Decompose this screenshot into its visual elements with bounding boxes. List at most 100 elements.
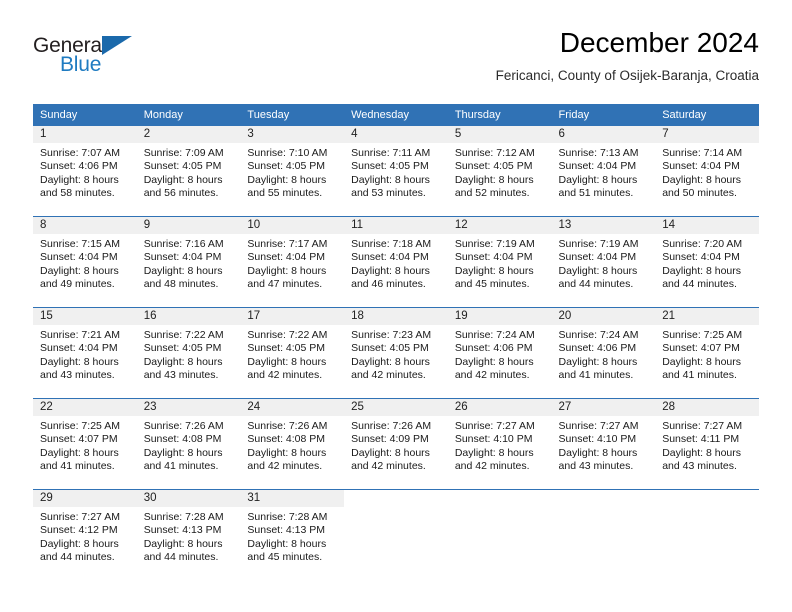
calendar-day-cell[interactable]: 1 Sunrise: 7:07 AM Sunset: 4:06 PM Daylight…: [33, 126, 137, 217]
daylight-line-1: Daylight: 8 hours: [454, 264, 534, 277]
daylight-line-2: and 41 minutes.: [40, 460, 115, 473]
daylight-line-2: and 41 minutes.: [143, 460, 219, 473]
calendar-day-cell[interactable]: 2 Sunrise: 7:09 AM Sunset: 4:05 PM Daylight…: [136, 126, 241, 217]
daylight-line-1: Daylight: 8 hours: [662, 446, 742, 459]
day-number: 20: [551, 308, 656, 325]
sunrise-time: Sunrise: 7:09 AM: [143, 147, 224, 159]
calendar-day-cell[interactable]: 8 Sunrise: 7:15 AM Sunset: 4:04 PM Daylight…: [33, 216, 137, 308]
day-cell-inner: 16 Sunrise: 7:22 AM Sunset: 4:05 PM Dayligh…: [136, 308, 241, 398]
calendar-day-cell[interactable]: 16 Sunrise: 7:22 AM Sunset: 4:05 PM Dayligh…: [136, 307, 241, 399]
calendar-day-cell[interactable]: 5 Sunrise: 7:12 AM Sunset: 4:05 PM Daylight…: [447, 126, 552, 217]
sunrise-time: Sunrise: 7:19 AM: [454, 238, 535, 250]
sunset-time: Sunset: 4:04 PM: [662, 251, 740, 264]
day-cell-inner: 14 Sunrise: 7:20 AM Sunset: 4:04 PM Dayligh…: [655, 217, 759, 307]
daylight-line-2: and 42 minutes.: [351, 369, 426, 382]
sunrise-time: Sunrise: 7:25 AM: [40, 420, 120, 432]
day-number: 23: [136, 399, 241, 416]
sunset-time: Sunset: 4:11 PM: [662, 433, 740, 446]
sunset-time: Sunset: 4:04 PM: [143, 251, 222, 264]
calendar-day-cell[interactable]: 30 Sunrise: 7:28 AM Sunset: 4:13 PM Dayligh…: [136, 489, 241, 580]
sunset-time: Sunset: 4:04 PM: [247, 251, 326, 264]
day-details: Sunrise: 7:27 AM Sunset: 4:12 PM Daylight:…: [33, 507, 137, 565]
day-cell-inner: 25 Sunrise: 7:26 AM Sunset: 4:09 PM Dayligh…: [344, 399, 448, 489]
day-cell-inner: 22 Sunrise: 7:25 AM Sunset: 4:07 PM Dayligh…: [33, 399, 137, 489]
calendar-day-cell[interactable]: 31 Sunrise: 7:28 AM Sunset: 4:13 PM Dayligh…: [240, 489, 345, 580]
calendar-day-cell[interactable]: 11 Sunrise: 7:18 AM Sunset: 4:04 PM Dayligh…: [344, 216, 448, 308]
day-number: 30: [136, 490, 241, 507]
calendar-week-row: 22 Sunrise: 7:25 AM Sunset: 4:07 PM Dayligh…: [33, 398, 759, 490]
day-details: Sunrise: 7:26 AM Sunset: 4:09 PM Daylight:…: [344, 416, 448, 474]
day-details: Sunrise: 7:27 AM Sunset: 4:10 PM Daylight:…: [552, 416, 656, 474]
day-number: 25: [344, 399, 448, 416]
calendar-day-cell[interactable]: 25 Sunrise: 7:26 AM Sunset: 4:09 PM Dayligh…: [344, 398, 448, 490]
day-number: 19: [447, 308, 552, 325]
day-details: Sunrise: 7:19 AM Sunset: 4:04 PM Daylight:…: [552, 234, 656, 292]
calendar-day-cell[interactable]: 29 Sunrise: 7:27 AM Sunset: 4:12 PM Dayligh…: [33, 489, 137, 580]
calendar-day-cell[interactable]: 7 Sunrise: 7:14 AM Sunset: 4:04 PM Daylight…: [655, 126, 759, 217]
sunrise-time: Sunrise: 7:14 AM: [662, 147, 743, 159]
daylight-line-2: and 49 minutes.: [40, 278, 115, 291]
day-cell-inner: [344, 490, 448, 580]
sunrise-time: Sunrise: 7:27 AM: [40, 511, 120, 523]
daylight-line-1: Daylight: 8 hours: [351, 173, 430, 186]
page-header: General Blue December 2024 Fericanci, Co…: [33, 26, 759, 94]
calendar-cell-empty: [344, 489, 448, 580]
daylight-line-1: Daylight: 8 hours: [40, 264, 119, 277]
calendar-day-cell[interactable]: 15 Sunrise: 7:21 AM Sunset: 4:04 PM Dayligh…: [33, 307, 137, 399]
daylight-line-1: Daylight: 8 hours: [454, 446, 534, 459]
day-details: Sunrise: 7:14 AM Sunset: 4:04 PM Daylight:…: [655, 143, 759, 201]
calendar-day-cell[interactable]: 17 Sunrise: 7:22 AM Sunset: 4:05 PM Dayligh…: [240, 307, 345, 399]
day-number: 13: [551, 217, 656, 234]
day-number: 17: [240, 308, 345, 325]
sunset-time: Sunset: 4:05 PM: [454, 160, 533, 173]
day-number: 7: [655, 126, 759, 143]
sunset-time: Sunset: 4:05 PM: [143, 342, 222, 355]
calendar-day-cell[interactable]: 22 Sunrise: 7:25 AM Sunset: 4:07 PM Dayligh…: [33, 398, 137, 490]
calendar-week-row: 15 Sunrise: 7:21 AM Sunset: 4:04 PM Dayligh…: [33, 307, 759, 399]
calendar-day-cell[interactable]: 18 Sunrise: 7:23 AM Sunset: 4:05 PM Dayligh…: [344, 307, 448, 399]
calendar-day-cell[interactable]: 28 Sunrise: 7:27 AM Sunset: 4:11 PM Dayligh…: [655, 398, 759, 490]
calendar-day-cell[interactable]: 27 Sunrise: 7:27 AM Sunset: 4:10 PM Dayligh…: [551, 398, 656, 490]
calendar-day-cell[interactable]: 6 Sunrise: 7:13 AM Sunset: 4:04 PM Daylight…: [551, 126, 656, 217]
daylight-line-1: Daylight: 8 hours: [454, 355, 534, 368]
sunrise-time: Sunrise: 7:11 AM: [351, 147, 431, 159]
day-number: 2: [136, 126, 241, 143]
day-cell-inner: 18 Sunrise: 7:23 AM Sunset: 4:05 PM Dayligh…: [344, 308, 448, 398]
day-details: Sunrise: 7:15 AM Sunset: 4:04 PM Daylight:…: [33, 234, 137, 292]
calendar-day-cell[interactable]: 9 Sunrise: 7:16 AM Sunset: 4:04 PM Daylight…: [136, 216, 241, 308]
page-title: December 2024: [559, 27, 759, 58]
sunset-time: Sunset: 4:13 PM: [143, 524, 222, 537]
day-cell-inner: 23 Sunrise: 7:26 AM Sunset: 4:08 PM Dayligh…: [136, 399, 241, 489]
calendar-page: General Blue December 2024 Fericanci, Co…: [0, 0, 792, 612]
calendar-day-cell[interactable]: 4 Sunrise: 7:11 AM Sunset: 4:05 PM Daylight…: [344, 126, 448, 217]
calendar-day-cell[interactable]: 10 Sunrise: 7:17 AM Sunset: 4:04 PM Dayligh…: [240, 216, 345, 308]
daylight-line-1: Daylight: 8 hours: [558, 355, 638, 368]
daylight-line-2: and 44 minutes.: [558, 278, 634, 291]
day-details: [552, 507, 656, 511]
daylight-line-2: and 47 minutes.: [247, 278, 323, 291]
general-blue-logo[interactable]: General Blue: [33, 34, 233, 84]
daylight-line-2: and 42 minutes.: [247, 369, 323, 382]
calendar-day-cell[interactable]: 12 Sunrise: 7:19 AM Sunset: 4:04 PM Dayligh…: [447, 216, 552, 308]
day-number: 8: [33, 217, 137, 234]
calendar-day-cell[interactable]: 23 Sunrise: 7:26 AM Sunset: 4:08 PM Dayligh…: [136, 398, 241, 490]
calendar-day-cell[interactable]: 13 Sunrise: 7:19 AM Sunset: 4:04 PM Dayligh…: [551, 216, 656, 308]
calendar-cell-empty: [551, 489, 656, 580]
calendar-day-cell[interactable]: 26 Sunrise: 7:27 AM Sunset: 4:10 PM Dayligh…: [447, 398, 552, 490]
day-cell-inner: 29 Sunrise: 7:27 AM Sunset: 4:12 PM Dayligh…: [33, 490, 137, 580]
sunset-time: Sunset: 4:05 PM: [351, 160, 429, 173]
day-details: Sunrise: 7:13 AM Sunset: 4:04 PM Daylight:…: [552, 143, 656, 201]
calendar-day-cell[interactable]: 20 Sunrise: 7:24 AM Sunset: 4:06 PM Dayligh…: [551, 307, 656, 399]
day-cell-inner: 15 Sunrise: 7:21 AM Sunset: 4:04 PM Dayligh…: [33, 308, 137, 398]
calendar-day-cell[interactable]: 19 Sunrise: 7:24 AM Sunset: 4:06 PM Dayligh…: [447, 307, 552, 399]
calendar-day-cell[interactable]: 21 Sunrise: 7:25 AM Sunset: 4:07 PM Dayligh…: [655, 307, 759, 399]
sunset-time: Sunset: 4:10 PM: [558, 433, 637, 446]
calendar-day-cell[interactable]: 24 Sunrise: 7:26 AM Sunset: 4:08 PM Dayligh…: [240, 398, 345, 490]
day-number: [655, 490, 759, 507]
day-details: Sunrise: 7:18 AM Sunset: 4:04 PM Daylight:…: [344, 234, 448, 292]
calendar-day-cell[interactable]: 3 Sunrise: 7:10 AM Sunset: 4:05 PM Daylight…: [240, 126, 345, 217]
calendar-day-cell[interactable]: 14 Sunrise: 7:20 AM Sunset: 4:04 PM Dayligh…: [655, 216, 759, 308]
daylight-line-2: and 42 minutes.: [351, 460, 426, 473]
daylight-line-1: Daylight: 8 hours: [247, 173, 327, 186]
daylight-line-2: and 48 minutes.: [143, 278, 219, 291]
